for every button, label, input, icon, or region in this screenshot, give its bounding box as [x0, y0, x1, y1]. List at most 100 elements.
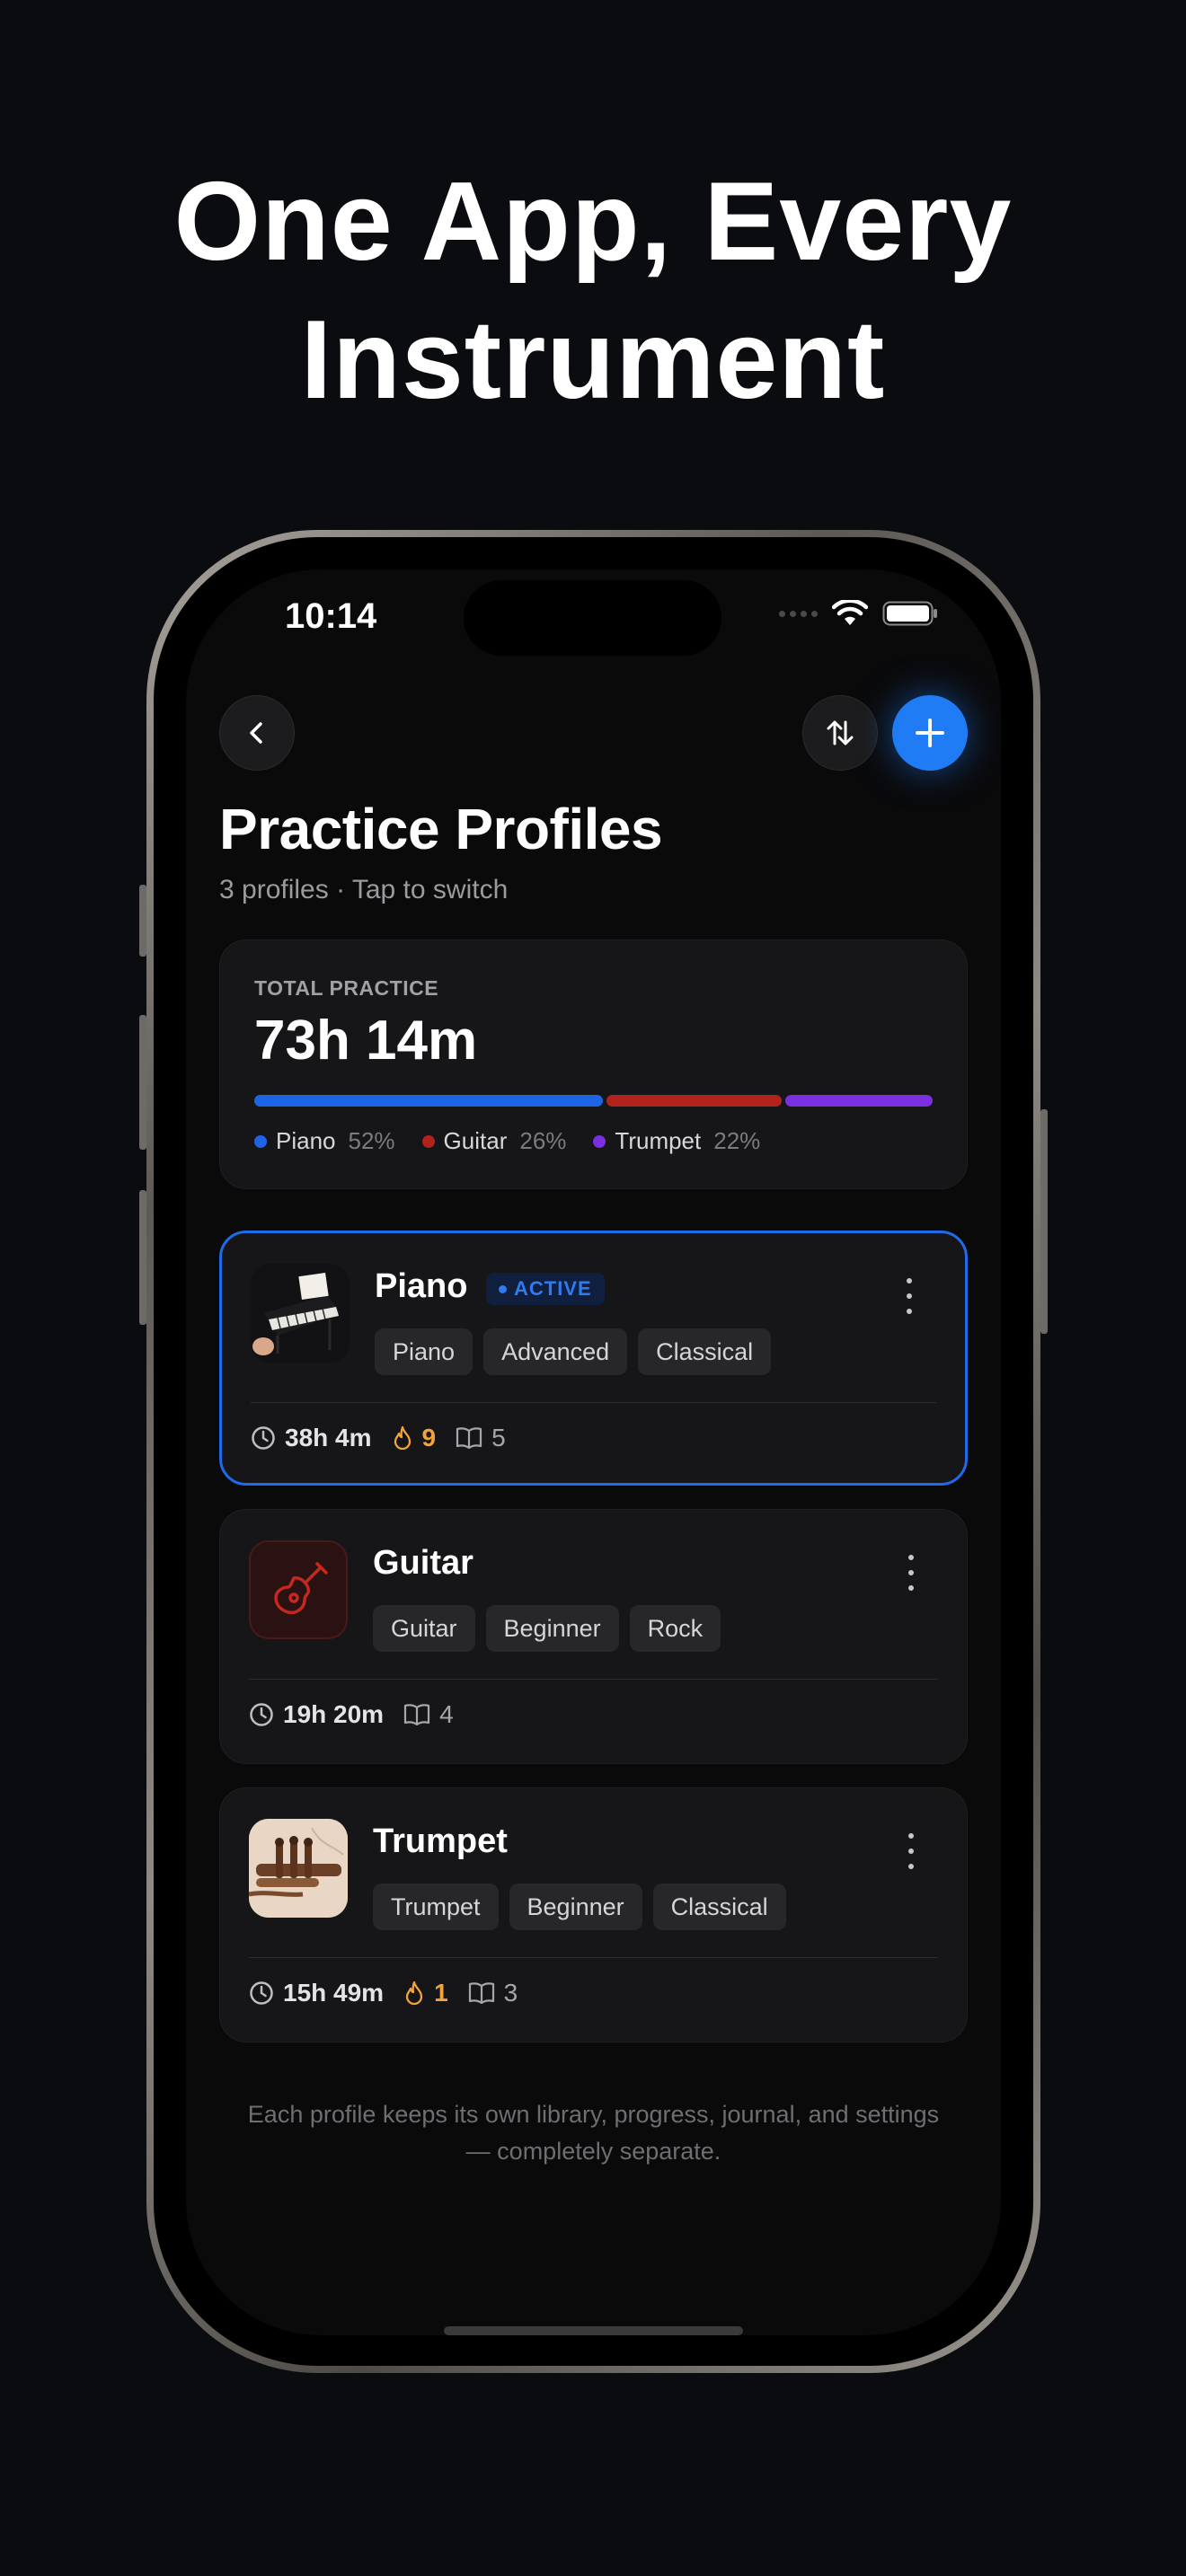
active-badge-label: ACTIVE	[514, 1277, 592, 1300]
profile-tags: Piano Advanced Classical	[375, 1328, 772, 1375]
bar-segment-guitar	[606, 1095, 782, 1107]
add-profile-button[interactable]	[892, 695, 968, 771]
tag: Beginner	[485, 1605, 619, 1652]
trumpet-photo-icon	[249, 1819, 348, 1918]
clock-icon	[252, 1426, 275, 1450]
clock-icon	[250, 1703, 273, 1726]
legend-pct: 26%	[519, 1127, 567, 1154]
tag: Classical	[652, 1883, 786, 1930]
card-divider	[249, 1679, 938, 1680]
legend-name: Piano	[276, 1127, 336, 1154]
home-indicator[interactable]	[444, 2326, 743, 2335]
clock-icon	[250, 1981, 273, 2005]
tag: Trumpet	[373, 1883, 499, 1930]
phone-volume-down	[139, 1190, 146, 1325]
more-options-icon[interactable]	[902, 1833, 920, 1869]
active-badge: ACTIVE	[486, 1273, 605, 1305]
bar-segment-trumpet	[784, 1095, 933, 1107]
wifi-icon	[832, 600, 868, 625]
tag: Advanced	[483, 1328, 628, 1375]
profile-name: Piano	[375, 1267, 468, 1305]
page-title: Practice Profiles	[219, 797, 663, 861]
legend-pct: 52%	[348, 1127, 395, 1154]
guitar-icon	[249, 1540, 348, 1639]
library-count: 4	[439, 1700, 454, 1728]
practice-time-stat: 19h 20m	[249, 1700, 384, 1729]
bar-segment-piano	[254, 1095, 604, 1107]
practice-time-stat: 15h 49m	[249, 1979, 384, 2007]
practice-time: 38h 4m	[285, 1424, 372, 1451]
phone-action-button	[139, 885, 146, 957]
more-options-icon[interactable]	[902, 1555, 920, 1591]
flame-icon	[394, 1425, 411, 1451]
profile-name: Guitar	[373, 1544, 474, 1582]
headline-line-1: One App, Every	[173, 160, 1013, 284]
profile-stats: 15h 49m 1 3	[249, 1979, 518, 2007]
distribution-legend: Piano 52% Guitar 26% Trumpet 22%	[254, 1127, 760, 1155]
legend-item-trumpet: Trumpet 22%	[593, 1127, 760, 1155]
legend-dot	[421, 1134, 435, 1148]
total-practice-card: TOTAL PRACTICE 73h 14m Piano 52% Guitar …	[219, 940, 968, 1189]
practice-time: 19h 20m	[283, 1700, 385, 1728]
status-icons	[779, 600, 938, 627]
practice-time-stat: 38h 4m	[251, 1424, 372, 1452]
profile-card-trumpet[interactable]: Trumpet Trumpet Beginner Classical 15h 4…	[219, 1787, 968, 2042]
piano-photo-icon	[251, 1264, 350, 1363]
dynamic-island	[464, 580, 721, 656]
library-count: 5	[491, 1424, 506, 1451]
practice-distribution-bar	[254, 1095, 933, 1107]
profile-card-piano[interactable]: Piano ACTIVE Piano Advanced Classical 38…	[219, 1231, 968, 1486]
plus-icon	[916, 719, 944, 747]
profile-stats: 38h 4m 9 5	[251, 1424, 506, 1452]
sort-arrows-icon	[827, 720, 854, 745]
card-divider	[249, 1957, 938, 1958]
library-count: 3	[503, 1979, 518, 2007]
battery-icon	[882, 601, 937, 626]
marketing-headline: One App, Every Instrument	[0, 153, 1186, 429]
tag: Beginner	[509, 1883, 642, 1930]
profile-tags: Guitar Beginner Rock	[373, 1605, 721, 1652]
library-stat: 5	[456, 1424, 506, 1452]
streak-count: 9	[421, 1424, 437, 1451]
legend-dot	[254, 1134, 267, 1148]
legend-name: Trumpet	[615, 1127, 702, 1154]
practice-time: 15h 49m	[283, 1979, 385, 2007]
tag: Piano	[375, 1328, 474, 1375]
streak-stat: 9	[392, 1424, 437, 1452]
card-divider	[251, 1402, 936, 1403]
flame-icon	[405, 1981, 423, 2006]
profile-card-guitar[interactable]: Guitar Guitar Beginner Rock 19h 20m 4	[219, 1509, 968, 1764]
phone-screen: 10:14 Practice Profiles 3 profiles · Tap…	[186, 569, 1001, 2335]
legend-name: Guitar	[443, 1127, 508, 1154]
phone-power-button	[1040, 1109, 1048, 1334]
streak-stat: 1	[403, 1979, 448, 2007]
status-time: 10:14	[285, 596, 377, 636]
book-icon	[403, 1704, 430, 1726]
headline-line-2: Instrument	[300, 298, 886, 422]
signal-icon	[779, 610, 818, 617]
page-subtitle: 3 profiles · Tap to switch	[219, 875, 509, 904]
book-icon	[456, 1427, 482, 1450]
legend-item-guitar: Guitar 26%	[421, 1127, 567, 1155]
back-button[interactable]	[219, 695, 295, 771]
tag: Guitar	[373, 1605, 475, 1652]
tag: Classical	[638, 1328, 772, 1375]
total-practice-value: 73h 14m	[254, 1010, 478, 1072]
footer-note: Each profile keeps its own library, prog…	[247, 2101, 940, 2165]
library-stat: 3	[468, 1979, 518, 2007]
legend-pct: 22%	[713, 1127, 761, 1154]
streak-count: 1	[434, 1979, 448, 2007]
library-stat: 4	[403, 1700, 454, 1729]
profile-name: Trumpet	[373, 1822, 508, 1860]
book-icon	[468, 1982, 494, 2005]
chevron-left-icon	[250, 722, 262, 744]
profile-tags: Trumpet Beginner Classical	[373, 1883, 786, 1930]
sort-button[interactable]	[802, 695, 878, 771]
active-dot	[499, 1284, 507, 1293]
more-options-icon[interactable]	[900, 1278, 918, 1314]
legend-dot	[593, 1134, 606, 1148]
profile-stats: 19h 20m 4	[249, 1700, 454, 1729]
tag: Rock	[629, 1605, 721, 1652]
phone-volume-up	[139, 1015, 146, 1150]
legend-item-piano: Piano 52%	[254, 1127, 395, 1155]
